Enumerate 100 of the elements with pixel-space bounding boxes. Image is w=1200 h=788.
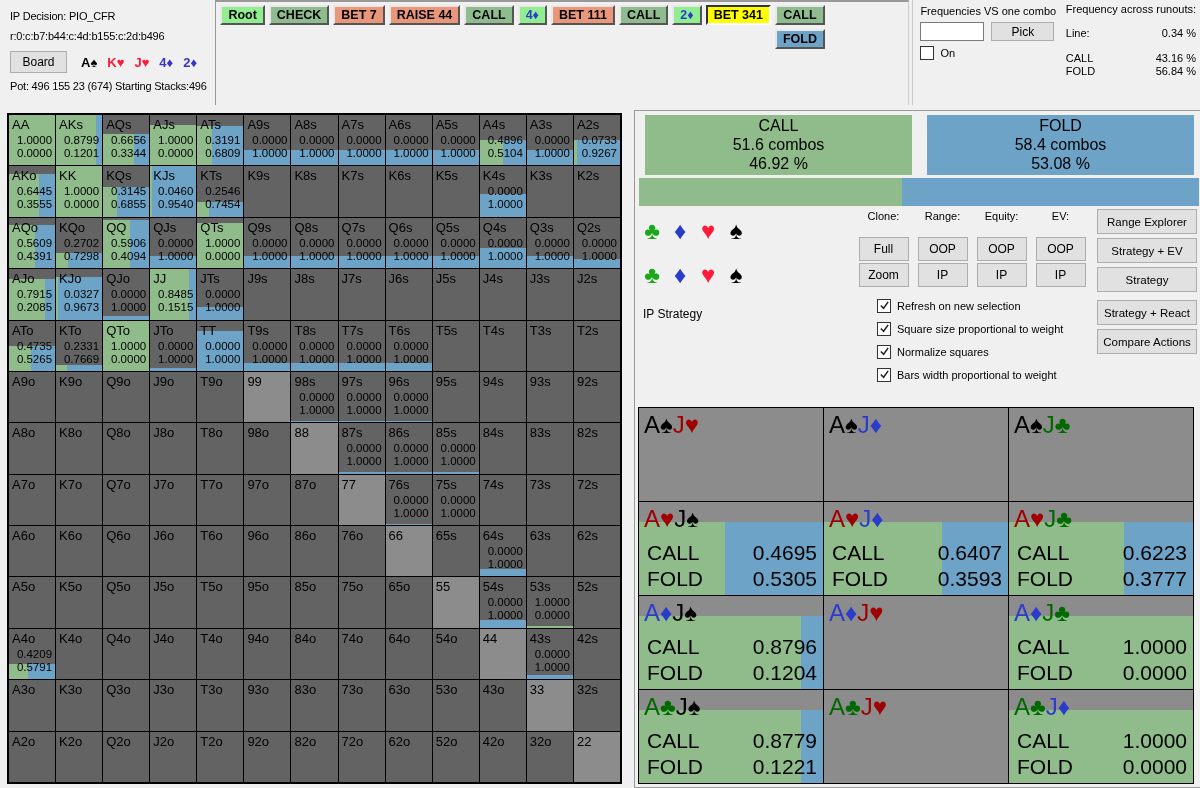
hand-cell[interactable]: 98s 0.0000 1.0000 <box>291 371 338 423</box>
combo-tile[interactable]: A♦J♣ CALL 1.0000 FOLD 0.0000 <box>1009 596 1193 689</box>
hand-cell[interactable]: 72o <box>338 731 385 782</box>
tree-node[interactable]: 4♦ <box>517 5 547 25</box>
hand-cell[interactable]: 97o <box>244 474 291 526</box>
hand-cell[interactable]: 94o <box>244 628 291 680</box>
hand-cell[interactable]: A7s 0.0000 1.0000 <box>338 115 385 166</box>
hand-cell[interactable]: AQo 0.5609 0.4391 <box>9 217 56 269</box>
tree-node[interactable]: CHECK <box>268 5 330 25</box>
suit-toggle[interactable]: ♦ <box>671 217 689 261</box>
hand-cell[interactable]: KK 1.0000 0.0000 <box>56 166 103 217</box>
suit-toggle[interactable]: ♥ <box>699 217 717 261</box>
hand-cell[interactable]: Q6s 0.0000 1.0000 <box>385 217 432 269</box>
hand-cell[interactable]: 54s 0.0000 1.0000 <box>479 577 526 628</box>
view-button[interactable]: Compare Actions <box>1097 329 1197 354</box>
hand-cell[interactable]: T6s 0.0000 1.0000 <box>385 320 432 371</box>
view-button[interactable]: Strategy + EV <box>1097 238 1197 263</box>
hand-cell[interactable]: 95o <box>244 577 291 628</box>
checkbox[interactable] <box>877 321 891 336</box>
combo-tile[interactable]: A♦J♥ <box>824 596 1008 689</box>
board-button[interactable]: Board <box>10 51 67 73</box>
hand-cell[interactable]: 87o <box>291 474 338 526</box>
hand-cell[interactable]: K4o <box>56 628 103 680</box>
hand-cell[interactable]: A9s 0.0000 1.0000 <box>244 115 291 166</box>
hand-cell[interactable]: 84o <box>291 628 338 680</box>
hand-cell[interactable]: J5s <box>432 269 479 320</box>
hand-cell[interactable]: K6s <box>385 166 432 217</box>
checkbox[interactable] <box>877 298 891 313</box>
hand-cell[interactable]: A2o <box>9 731 56 782</box>
tree-node[interactable]: CALL <box>774 5 825 25</box>
hand-cell[interactable]: J4o <box>150 628 197 680</box>
hand-cell[interactable]: J5o <box>150 577 197 628</box>
hand-cell[interactable]: A2s 0.0733 0.9267 <box>573 115 620 166</box>
hand-cell[interactable]: 65s <box>432 526 479 577</box>
hand-cell[interactable]: J8o <box>150 423 197 474</box>
suit-toggle[interactable]: ♠ <box>727 217 745 261</box>
hand-cell[interactable]: KTo 0.2331 0.7669 <box>56 320 103 371</box>
hand-cell[interactable]: K8s <box>291 166 338 217</box>
hand-cell[interactable]: A3o <box>9 680 56 731</box>
hand-cell[interactable]: J8s <box>291 269 338 320</box>
hand-cell[interactable]: Q9s 0.0000 1.0000 <box>244 217 291 269</box>
hand-cell[interactable]: 52o <box>432 731 479 782</box>
hand-cell[interactable]: 74s <box>479 474 526 526</box>
tree-node[interactable]: CALL <box>464 5 514 25</box>
hand-cell[interactable]: T2o <box>197 731 244 782</box>
hand-cell[interactable]: 64s 0.0000 1.0000 <box>479 526 526 577</box>
hand-cell[interactable]: QJo 0.0000 1.0000 <box>103 269 150 320</box>
hand-cell[interactable]: J2o <box>150 731 197 782</box>
hand-cell[interactable]: 62o <box>385 731 432 782</box>
tree-node[interactable]: BET 7 <box>333 5 385 25</box>
hand-cell[interactable]: T8o <box>197 423 244 474</box>
hand-cell[interactable]: 96s 0.0000 1.0000 <box>385 371 432 423</box>
hand-cell[interactable]: JJ 0.8485 0.1515 <box>150 269 197 320</box>
hand-cell[interactable]: 94s <box>479 371 526 423</box>
hand-cell[interactable]: 43s 0.0000 1.0000 <box>526 628 573 680</box>
hand-cell[interactable]: Q7s 0.0000 1.0000 <box>338 217 385 269</box>
suit-toggle[interactable]: ♣ <box>643 217 661 261</box>
hand-cell[interactable]: Q2o <box>103 731 150 782</box>
hand-cell[interactable]: K2s <box>573 166 620 217</box>
hand-cell[interactable]: 43o <box>479 680 526 731</box>
hand-cell[interactable]: T4o <box>197 628 244 680</box>
hand-cell[interactable]: AQs 0.6656 0.3344 <box>103 115 150 166</box>
combo-tile[interactable]: A♥J♦ CALL 0.6407 FOLD 0.3593 <box>824 502 1008 595</box>
hand-cell[interactable]: A4s 0.4896 0.5104 <box>479 115 526 166</box>
hand-cell[interactable]: T3o <box>197 680 244 731</box>
hand-cell[interactable]: 83o <box>291 680 338 731</box>
combo-tile[interactable]: A♠J♣ <box>1009 408 1193 501</box>
hand-cell[interactable]: QQ 0.5906 0.4094 <box>103 217 150 269</box>
hand-cell[interactable]: 88 <box>291 423 338 474</box>
hand-cell[interactable]: J2s <box>573 269 620 320</box>
hand-cell[interactable]: K7o <box>56 474 103 526</box>
hand-cell[interactable]: Q9o <box>103 371 150 423</box>
hand-cell[interactable]: 22 <box>573 731 620 782</box>
hand-cell[interactable]: A6o <box>9 526 56 577</box>
hand-cell[interactable]: 77 <box>338 474 385 526</box>
hand-cell[interactable]: 87s 0.0000 1.0000 <box>338 423 385 474</box>
hand-cell[interactable]: T9s 0.0000 1.0000 <box>244 320 291 371</box>
suit-toggle[interactable]: ♥ <box>699 261 717 305</box>
hand-cell[interactable]: 86o <box>291 526 338 577</box>
combo-input[interactable] <box>920 22 985 41</box>
hand-cell[interactable]: 93s <box>526 371 573 423</box>
hand-cell[interactable]: Q6o <box>103 526 150 577</box>
hand-cell[interactable]: 97s 0.0000 1.0000 <box>338 371 385 423</box>
hand-cell[interactable]: K9s <box>244 166 291 217</box>
hand-cell[interactable]: 92s <box>573 371 620 423</box>
hand-cell[interactable]: Q3s 0.0000 1.0000 <box>526 217 573 269</box>
hand-cell[interactable]: A3s 0.0000 1.0000 <box>526 115 573 166</box>
hand-cell[interactable]: J4s <box>479 269 526 320</box>
hand-cell[interactable]: Q3o <box>103 680 150 731</box>
hand-cell[interactable]: T9o <box>197 371 244 423</box>
hand-cell[interactable]: 55 <box>432 577 479 628</box>
hand-cell[interactable]: KTs 0.2546 0.7454 <box>197 166 244 217</box>
hand-cell[interactable]: 32s <box>573 680 620 731</box>
hand-cell[interactable]: KQo 0.2702 0.7298 <box>56 217 103 269</box>
hand-cell[interactable]: K8o <box>56 423 103 474</box>
hand-cell[interactable]: 53o <box>432 680 479 731</box>
hand-cell[interactable]: J6s <box>385 269 432 320</box>
view-button[interactable]: Range Explorer <box>1097 209 1197 234</box>
hand-cell[interactable]: 85o <box>291 577 338 628</box>
hand-cell[interactable]: 84s <box>479 423 526 474</box>
